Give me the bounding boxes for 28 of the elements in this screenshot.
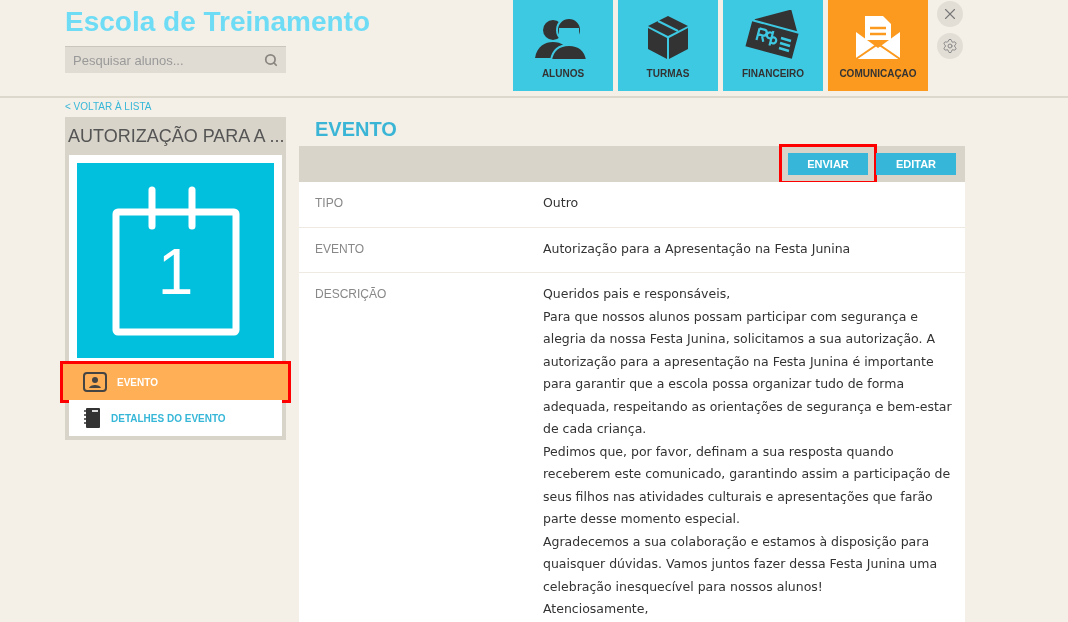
sidebar-title: AUTORIZAÇÃO PARA A ... [68, 124, 282, 148]
nav-tile[interactable]: COMUNICAÇAO [828, 0, 928, 91]
close-button[interactable] [937, 1, 963, 27]
app-title: Escola de Treinamento [65, 5, 370, 39]
contact-card-icon [83, 372, 107, 392]
notebook-icon [83, 407, 101, 429]
calendar-day: 1 [157, 239, 194, 304]
nav-tile[interactable]: ALUNOS [513, 0, 613, 91]
sidebar-item[interactable]: EVENTO [63, 364, 288, 400]
search-icon [264, 53, 278, 67]
action-button[interactable]: ENVIAR [788, 153, 868, 175]
field-value: Outro [543, 194, 580, 212]
field-label: DESCRIÇÃO [315, 286, 388, 303]
field-value: Autorização para a Apresentação na Festa Junina [543, 239, 852, 258]
box-icon [646, 14, 690, 60]
gear-icon [942, 38, 958, 54]
field-label: EVENTO [315, 240, 366, 258]
action-button[interactable]: EDITAR [876, 153, 956, 175]
field-label: TIPO [315, 195, 344, 212]
field-value: Queridos pais e responsáveis, Para que nossos alunos possam participar com segurança e alegria da nossa Festa Junina, solicitamos a sua autorização. A autorização para a apresentação na Festa Junina é importante para garantir que a escola possa organizar tudo de forma adequada, respeitando as orientações de segurança e bem-estar de cada criança. Pedimos que, por favor, definam a sua resposta quando receberem este comunicado, garantindo assim a participação de seus filhos nas atividades culturais e apresentações que farão parte desse momento especial. Agradecemos a sua colaboração e estamos à disposição para quaisquer dúvidas. Vamos juntos fazer dessa Festa Junina uma celebração inesquecível para nossos alunos! Atenciosamente, [543, 285, 953, 618]
envelope-icon [855, 14, 901, 60]
nav-tile[interactable]: TURMAS [618, 0, 718, 91]
settings-button[interactable] [937, 33, 963, 59]
back-link[interactable]: < VOLTAR À LISTA [65, 100, 286, 114]
section-heading: EVENTO [315, 117, 398, 142]
calendar-icon [111, 185, 240, 336]
nav-tile[interactable]: FINANCEIRO [723, 0, 823, 91]
search-field[interactable]: Pesquisar alunos... [65, 46, 286, 73]
